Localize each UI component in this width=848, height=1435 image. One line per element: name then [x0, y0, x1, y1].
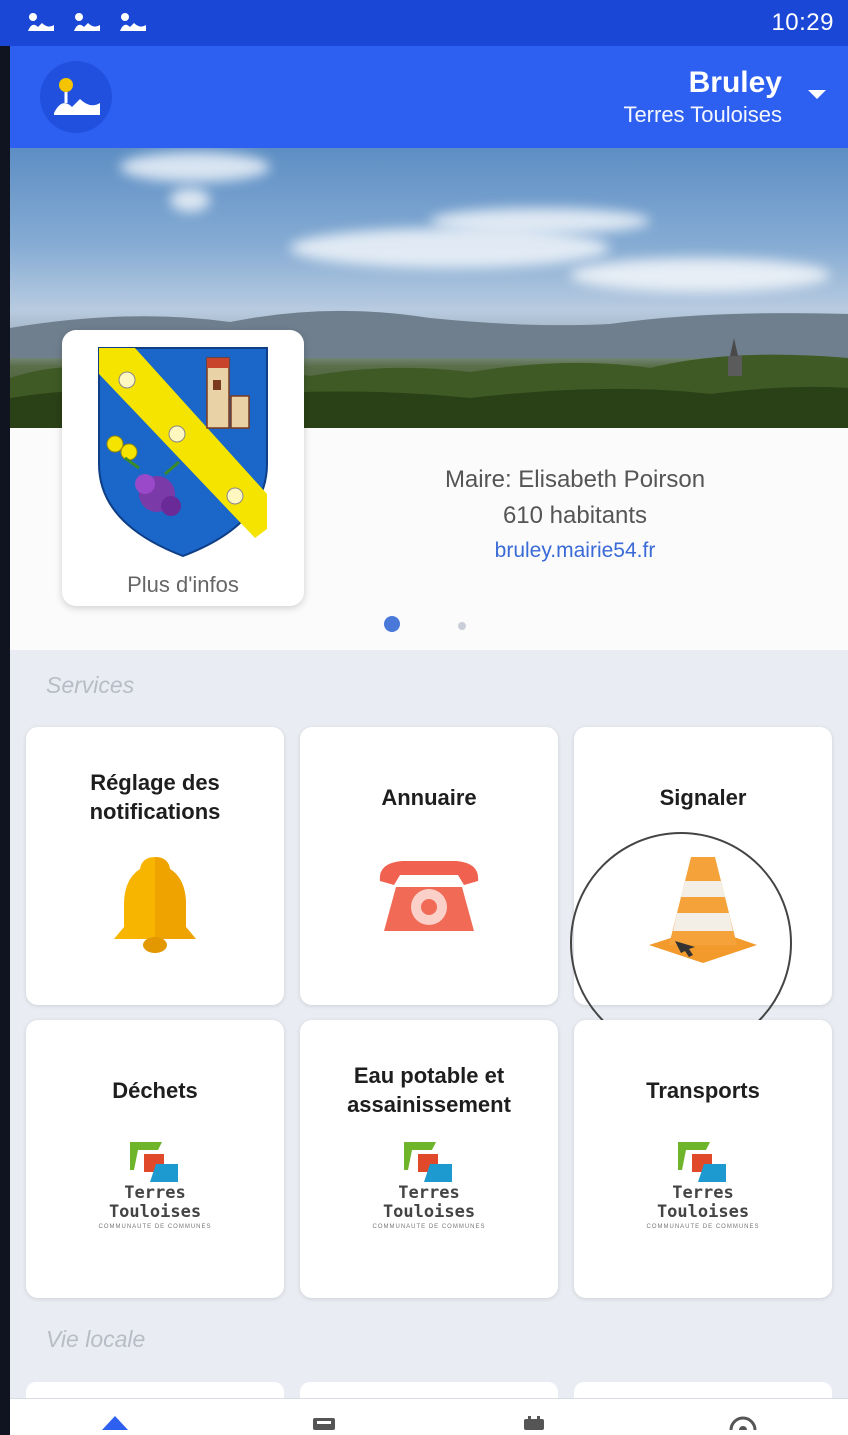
terres-touloises-logo: Terres Touloises COMMUNAUTE DE COMMUNES	[99, 1140, 212, 1230]
tile-label: Annuaire	[381, 784, 477, 810]
bell-icon	[110, 851, 200, 966]
service-tile-notifications[interactable]: Réglage des notifications	[26, 727, 284, 1005]
mayor-name: Maire: Elisabeth Poirson	[444, 466, 706, 493]
status-notifications	[26, 11, 148, 35]
website-link[interactable]: bruley.mairie54.fr	[360, 534, 790, 568]
population: 610 habitants	[502, 502, 648, 529]
nav-news[interactable]	[294, 1398, 354, 1435]
carousel-dot[interactable]	[458, 622, 466, 630]
service-tile-dechets[interactable]: Déchets Terres Touloises COMMUNAUTE DE C…	[26, 1020, 284, 1298]
city-name: Bruley	[688, 66, 782, 99]
app-notification-icon	[72, 11, 102, 35]
calendar-icon	[519, 1414, 549, 1435]
info-circle-icon	[728, 1414, 758, 1435]
home-icon	[98, 1414, 132, 1435]
tile-label: Transports	[646, 1077, 760, 1103]
tile-label: Signaler	[659, 784, 747, 810]
section-title-local-life: Vie locale	[46, 1326, 146, 1352]
status-bar: 10:29	[0, 0, 848, 46]
service-tile-signaler[interactable]: Signaler	[574, 727, 832, 1005]
coat-of-arms-card[interactable]: Plus d'infos	[62, 330, 304, 606]
more-info-link[interactable]: Plus d'infos	[127, 572, 239, 598]
terres-touloises-logo: Terres Touloises COMMUNAUTE DE COMMUNES	[647, 1140, 760, 1230]
traffic-cone-icon	[645, 851, 761, 968]
screen-frame	[0, 46, 10, 1435]
service-tile-annuaire[interactable]: Annuaire	[300, 727, 558, 1005]
tile-label: Déchets	[112, 1077, 198, 1103]
carousel-dot-active[interactable]	[384, 616, 400, 632]
service-tile-eau[interactable]: Eau potable et assainissement Terres Tou…	[300, 1020, 558, 1298]
app-logo-icon[interactable]	[40, 61, 112, 133]
terres-touloises-logo: Terres Touloises COMMUNAUTE DE COMMUNES	[373, 1140, 486, 1230]
nav-agenda[interactable]	[504, 1398, 564, 1435]
service-tile-transports[interactable]: Transports Terres Touloises COMMUNAUTE D…	[574, 1020, 832, 1298]
city-selector[interactable]: Bruley Terres Touloises	[623, 65, 828, 129]
community-name: Terres Touloises	[623, 102, 782, 127]
newspaper-icon	[309, 1414, 339, 1435]
app-header: Bruley Terres Touloises	[10, 46, 848, 148]
tile-label: Réglage des notifications	[89, 770, 221, 824]
carousel-indicator	[384, 616, 466, 632]
status-time: 10:29	[771, 9, 834, 36]
coat-of-arms-icon	[98, 347, 268, 558]
nav-more[interactable]	[713, 1398, 773, 1435]
nav-home[interactable]	[85, 1398, 145, 1435]
app-notification-icon	[118, 11, 148, 35]
app-notification-icon	[26, 11, 56, 35]
phone-icon	[374, 851, 484, 946]
section-title-services: Services	[46, 672, 135, 698]
tile-label: Eau potable et assainissement	[347, 1063, 511, 1117]
mayor-info: Maire: Elisabeth Poirson 610 habitants b…	[360, 462, 790, 568]
bottom-navigation	[10, 1398, 848, 1435]
caret-down-icon[interactable]	[806, 88, 828, 107]
